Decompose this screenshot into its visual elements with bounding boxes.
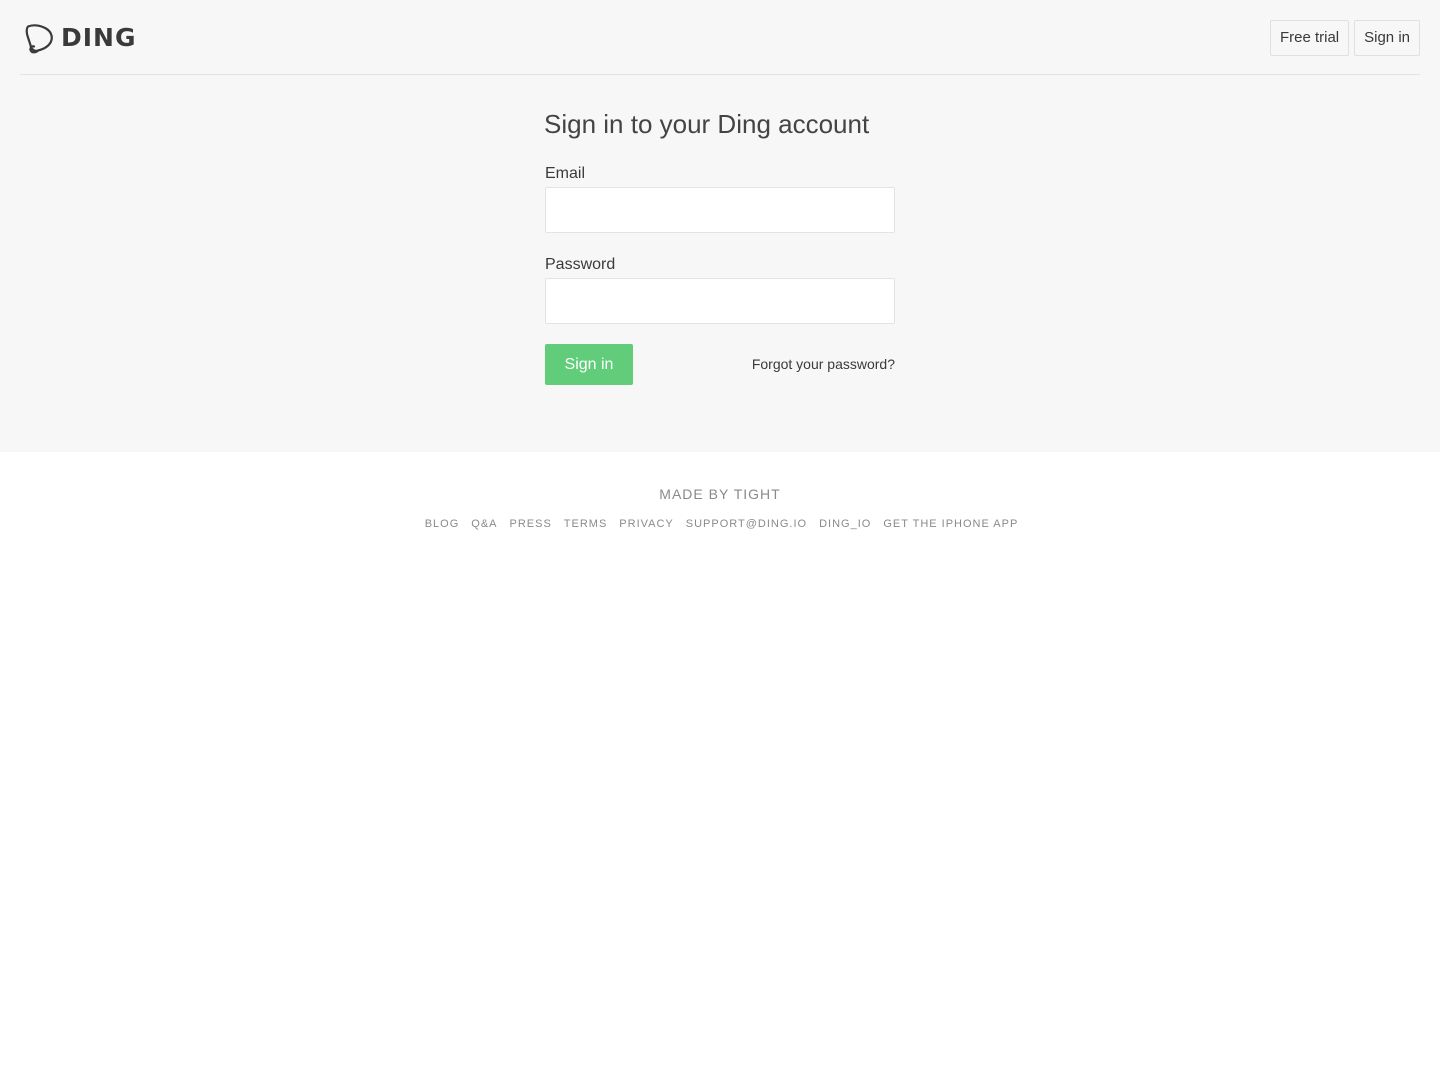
footer-link-terms[interactable]: TERMS — [564, 517, 608, 531]
footer-link-privacy[interactable]: PRIVACY — [619, 517, 673, 531]
footer-link-iphone-app[interactable]: GET THE IPHONE APP — [883, 517, 1018, 531]
sign-in-form: Sign in to your Ding account Email Passw… — [544, 107, 895, 385]
logo-text: DING — [61, 23, 137, 52]
logo-link[interactable]: DING — [24, 22, 137, 54]
password-field[interactable] — [545, 278, 895, 324]
sign-in-submit-button[interactable]: Sign in — [545, 344, 633, 385]
footer-links: BLOG Q&A PRESS TERMS PRIVACY SUPPORT@DIN… — [0, 517, 1440, 531]
footer-link-blog[interactable]: BLOG — [425, 517, 460, 531]
forgot-password-link[interactable]: Forgot your password? — [752, 355, 895, 373]
made-by-text: MADE BY TIGHT — [659, 486, 781, 502]
top-region: DING Free trial Sign in Sign in to your … — [0, 0, 1440, 452]
site-footer: MADE BY TIGHT BLOG Q&A PRESS TERMS PRIVA… — [0, 452, 1440, 531]
footer-link-support-email[interactable]: SUPPORT@DING.IO — [686, 517, 807, 531]
email-field[interactable] — [545, 187, 895, 233]
bell-tag-icon — [25, 24, 53, 54]
password-label: Password — [545, 256, 616, 273]
header-nav: Free trial Sign in — [1269, 20, 1420, 56]
header-sign-in-button[interactable]: Sign in — [1354, 20, 1420, 56]
free-trial-button[interactable]: Free trial — [1269, 20, 1350, 56]
footer-link-press[interactable]: PRESS — [510, 517, 552, 531]
email-label: Email — [545, 165, 586, 182]
footer-link-twitter[interactable]: DING_IO — [819, 517, 871, 531]
footer-link-qa[interactable]: Q&A — [471, 517, 497, 531]
form-actions: Sign in Forgot your password? — [545, 344, 895, 385]
site-header: DING Free trial Sign in — [20, 0, 1420, 75]
page-title: Sign in to your Ding account — [544, 109, 870, 139]
